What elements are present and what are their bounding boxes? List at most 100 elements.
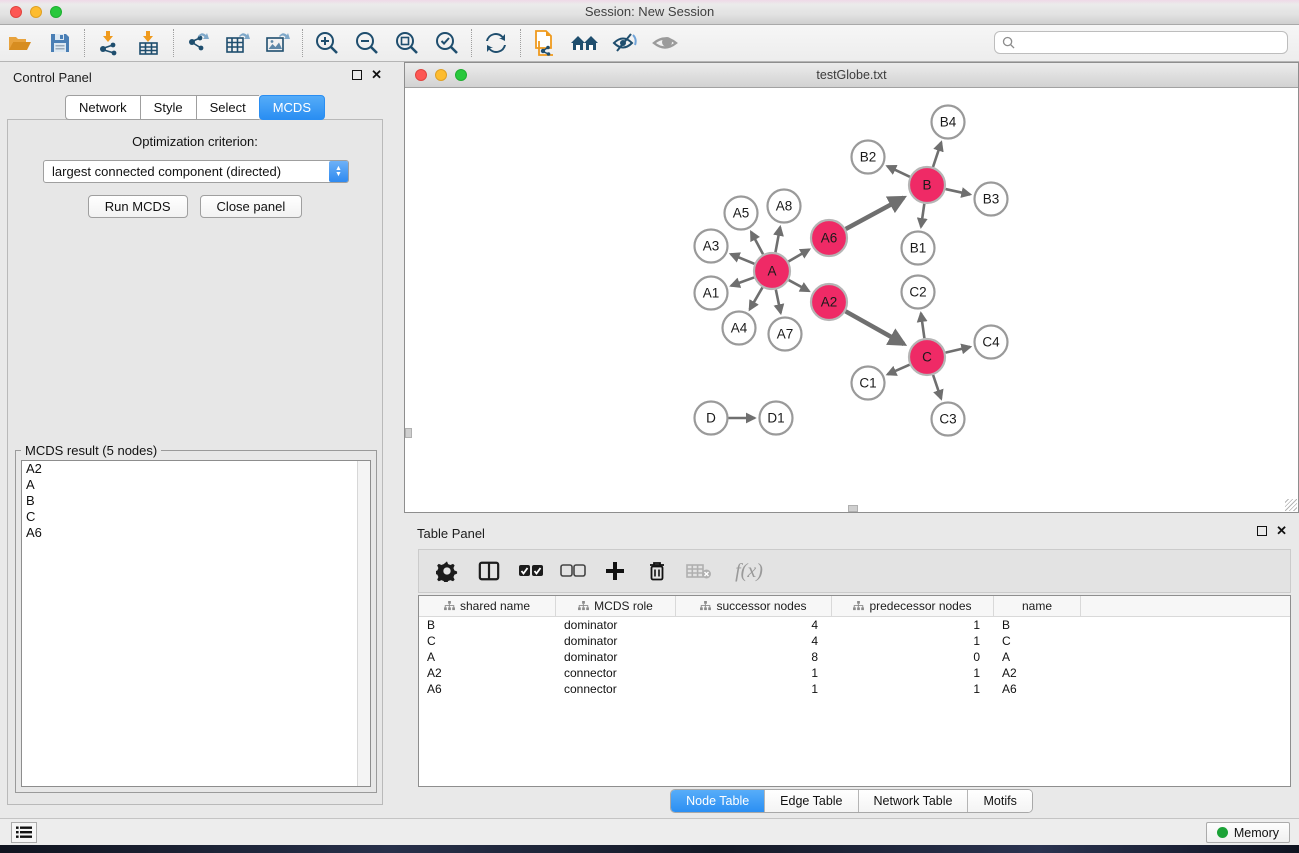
optimization-criterion-select[interactable]: largest connected component (directed) ▲… <box>43 160 349 183</box>
edge-A-A7[interactable] <box>776 290 781 313</box>
show-panel-button[interactable] <box>645 27 685 59</box>
table-cell[interactable]: C <box>419 633 556 649</box>
table-cell[interactable]: connector <box>556 665 676 681</box>
table-row[interactable]: A2connector11A2 <box>419 665 1290 681</box>
delete-table-button[interactable] <box>685 557 713 585</box>
table-row[interactable]: Cdominator41C <box>419 633 1290 649</box>
table-cell[interactable]: B <box>994 617 1081 633</box>
edge-A-A1[interactable] <box>731 277 754 285</box>
open-session-button[interactable] <box>0 27 40 59</box>
node-C[interactable]: C <box>909 339 945 375</box>
search-input[interactable] <box>1020 36 1280 50</box>
node-table[interactable]: shared name MCDS role successor nodes pr… <box>418 595 1291 787</box>
table-row[interactable]: A6connector11A6 <box>419 681 1290 697</box>
edge-C-C4[interactable] <box>945 347 970 353</box>
node-D[interactable]: D <box>695 402 728 435</box>
zoom-fit-button[interactable] <box>387 27 427 59</box>
select-all-rows-button[interactable] <box>517 557 545 585</box>
edge-A-A5[interactable] <box>751 232 763 254</box>
node-C4[interactable]: C4 <box>975 326 1008 359</box>
mcds-result-list[interactable]: A2ABCA6 <box>21 460 371 787</box>
column-header-predecessor-nodes[interactable]: predecessor nodes <box>832 596 994 616</box>
hide-panel-button[interactable] <box>605 27 645 59</box>
node-B[interactable]: B <box>909 167 945 203</box>
node-A4[interactable]: A4 <box>723 312 756 345</box>
table-cell[interactable]: 1 <box>676 665 832 681</box>
node-A6[interactable]: A6 <box>811 220 847 256</box>
node-C2[interactable]: C2 <box>902 276 935 309</box>
zoom-selected-button[interactable] <box>427 27 467 59</box>
function-builder-button[interactable]: f(x) <box>727 557 771 585</box>
table-cell[interactable]: 8 <box>676 649 832 665</box>
close-panel-icon[interactable]: ✕ <box>371 70 382 80</box>
split-table-button[interactable] <box>475 557 503 585</box>
node-B1[interactable]: B1 <box>902 232 935 265</box>
table-cell[interactable]: connector <box>556 681 676 697</box>
node-B3[interactable]: B3 <box>975 183 1008 216</box>
table-cell[interactable]: 1 <box>832 633 994 649</box>
table-row[interactable]: Adominator80A <box>419 649 1290 665</box>
table-cell[interactable]: A2 <box>419 665 556 681</box>
edge-B-B4[interactable] <box>933 142 941 167</box>
node-A7[interactable]: A7 <box>769 318 802 351</box>
export-image-button[interactable] <box>258 27 298 59</box>
table-cell[interactable]: A2 <box>994 665 1081 681</box>
deselect-all-rows-button[interactable] <box>559 557 587 585</box>
tab-network[interactable]: Network <box>65 95 140 120</box>
network-canvas[interactable]: AA1A2A3A4A5A6A7A8BB1B2B3B4CC1C2C3C4DD1 <box>405 89 1298 512</box>
search-box[interactable] <box>994 31 1288 54</box>
close-panel-icon[interactable]: ✕ <box>1276 526 1287 536</box>
run-mcds-button[interactable]: Run MCDS <box>88 195 188 218</box>
zoom-out-button[interactable] <box>347 27 387 59</box>
edge-B-B3[interactable] <box>946 189 970 194</box>
node-B2[interactable]: B2 <box>852 141 885 174</box>
table-row[interactable]: Bdominator41B <box>419 617 1290 633</box>
zoom-in-button[interactable] <box>307 27 347 59</box>
node-C3[interactable]: C3 <box>932 403 965 436</box>
scrollbar[interactable] <box>357 461 370 786</box>
tab-style[interactable]: Style <box>140 95 196 120</box>
result-item[interactable]: A2 <box>22 461 370 477</box>
network-graph[interactable]: AA1A2A3A4A5A6A7A8BB1B2B3B4CC1C2C3C4DD1 <box>405 89 1298 512</box>
refresh-button[interactable] <box>476 27 516 59</box>
table-settings-button[interactable] <box>433 557 461 585</box>
scrollbar-nub[interactable] <box>405 428 412 438</box>
table-cell[interactable]: 1 <box>832 681 994 697</box>
edge-A-A2[interactable] <box>789 280 809 291</box>
node-A2[interactable]: A2 <box>811 284 847 320</box>
node-A3[interactable]: A3 <box>695 230 728 263</box>
table-cell[interactable]: 1 <box>676 681 832 697</box>
edge-A-A4[interactable] <box>750 287 763 309</box>
table-cell[interactable]: A <box>994 649 1081 665</box>
import-network-button[interactable] <box>89 27 129 59</box>
node-C1[interactable]: C1 <box>852 367 885 400</box>
edge-C-C3[interactable] <box>933 375 941 399</box>
create-column-button[interactable] <box>601 557 629 585</box>
node-B4[interactable]: B4 <box>932 106 965 139</box>
export-network-button[interactable] <box>178 27 218 59</box>
tab-select[interactable]: Select <box>196 95 259 120</box>
edge-C-C2[interactable] <box>921 313 924 338</box>
tab-network-table[interactable]: Network Table <box>859 790 969 812</box>
task-history-button[interactable] <box>11 822 37 843</box>
edge-A2-C[interactable] <box>846 311 904 344</box>
result-item[interactable]: A6 <box>22 525 370 541</box>
save-session-button[interactable] <box>40 27 80 59</box>
column-header-name[interactable]: name <box>994 596 1081 616</box>
float-panel-icon[interactable] <box>352 70 362 80</box>
delete-column-button[interactable] <box>643 557 671 585</box>
result-item[interactable]: B <box>22 493 370 509</box>
column-header-successor-nodes[interactable]: successor nodes <box>676 596 832 616</box>
home-button[interactable] <box>565 27 605 59</box>
resize-grip-icon[interactable] <box>1285 499 1297 511</box>
column-header-mcds-role[interactable]: MCDS role <box>556 596 676 616</box>
node-A[interactable]: A <box>754 253 790 289</box>
close-panel-button[interactable]: Close panel <box>200 195 303 218</box>
table-cell[interactable]: A6 <box>419 681 556 697</box>
table-cell[interactable]: B <box>419 617 556 633</box>
result-item[interactable]: A <box>22 477 370 493</box>
table-cell[interactable]: 1 <box>832 617 994 633</box>
edge-A-A6[interactable] <box>788 249 809 261</box>
table-cell[interactable]: 0 <box>832 649 994 665</box>
tab-edge-table[interactable]: Edge Table <box>765 790 858 812</box>
